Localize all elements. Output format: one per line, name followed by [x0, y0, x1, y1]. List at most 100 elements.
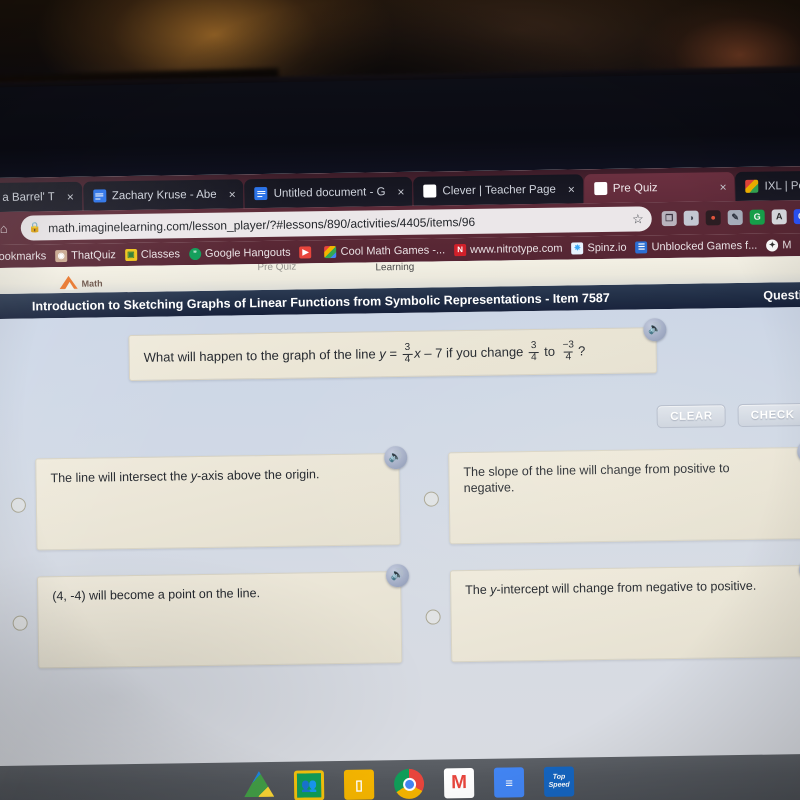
fraction-denominator: 4	[528, 351, 539, 364]
answer-card[interactable]: The y-intercept will change from negativ…	[449, 557, 800, 663]
top-speed-label: Top Speed	[548, 773, 570, 789]
imagine-learning-icon: ✦	[593, 181, 607, 196]
answer-choice-1[interactable]: The slope of the line will change from p…	[409, 439, 800, 545]
google-docs-icon[interactable]: ≡	[493, 767, 525, 798]
prompt-var-y: y	[379, 346, 386, 362]
google-chrome-icon[interactable]	[393, 768, 425, 800]
bookmark-label: M	[782, 238, 792, 251]
prompt-part-1: What will happen to the graph of the lin…	[143, 346, 376, 366]
close-icon[interactable]: ×	[720, 180, 727, 194]
bookmark-label: ThatQuiz	[71, 248, 116, 262]
question-counter-label: Questio	[763, 287, 800, 303]
extension-toolbar: ❐ ◑ ● ✎ G A C	[658, 208, 800, 227]
action-buttons: CLEAR CHECK	[656, 402, 800, 429]
bookmark-spinzio[interactable]: ✸ Spinz.io	[571, 241, 627, 254]
thatquiz-icon: ◉	[55, 249, 68, 262]
radio-button[interactable]	[10, 497, 27, 513]
home-icon[interactable]: ⌂	[0, 217, 15, 239]
spinzio-icon: ✸	[571, 241, 584, 254]
answer-choices: The line will intersect the y-axis above…	[0, 439, 800, 669]
screenshot-extension-icon[interactable]: ❐	[661, 210, 677, 227]
google-drive-icon[interactable]	[244, 771, 274, 800]
classroom-icon: ▣	[124, 248, 137, 261]
question-text: What will happen to the graph of the lin…	[143, 339, 586, 369]
check-button[interactable]: CHECK	[737, 402, 800, 428]
browser-tab-3[interactable]: C Clever | Teacher Page ×	[413, 174, 584, 206]
answer-card[interactable]: The slope of the line will change from p…	[448, 439, 800, 545]
ixl-icon	[745, 179, 759, 193]
bookmark-nitrotype[interactable]: N www.nitrotype.com	[454, 242, 563, 256]
bookmark-label: Google Hangouts	[204, 246, 291, 260]
breadcrumb-pre-quiz: Pre Quiz	[257, 261, 297, 274]
bookmark-unblocked-games[interactable]: ☰ Unblocked Games f...	[635, 239, 758, 254]
speaker-icon[interactable]: 🔊	[384, 445, 408, 470]
tab-title: a Barrel' T	[2, 190, 55, 204]
bookmark-star-icon[interactable]: ☆	[632, 211, 644, 227]
kami-extension-icon[interactable]: ✎	[727, 209, 743, 226]
close-icon[interactable]: ×	[67, 189, 74, 203]
imagine-learning-icon: ✦	[766, 238, 779, 252]
google-classroom-icon[interactable]: 👥	[293, 770, 325, 800]
prompt-to: to	[544, 343, 556, 360]
top-speed-icon[interactable]: Top Speed	[543, 766, 575, 797]
answer-text-post: -axis above the origin.	[196, 467, 320, 484]
page-title: Introduction to Sketching Graphs of Line…	[31, 290, 610, 313]
prompt-area: What will happen to the graph of the lin…	[0, 307, 800, 383]
google-slides-icon[interactable]: ▯	[343, 769, 375, 800]
prompt-equals: =	[389, 346, 398, 362]
close-icon[interactable]: ×	[229, 187, 236, 201]
browser-tab-4-active[interactable]: ✦ Pre Quiz ×	[583, 172, 735, 204]
answer-choice-2[interactable]: (4, -4) will become a point on the line.…	[0, 563, 410, 669]
answer-text-pre: The	[465, 582, 491, 598]
tab-title: Clever | Teacher Page	[442, 183, 556, 197]
lock-icon: 🔒	[28, 222, 42, 234]
answer-card[interactable]: (4, -4) will become a point on the line.…	[36, 563, 410, 669]
address-bar[interactable]: 🔒 math.imaginelearning.com/lesson_player…	[20, 206, 652, 241]
breadcrumb-learning: Learning	[375, 261, 415, 274]
answer-card[interactable]: The line will intersect the y-axis above…	[35, 445, 408, 551]
clever-extension-icon[interactable]: C	[793, 208, 800, 225]
speaker-icon[interactable]: 🔊	[643, 318, 667, 342]
laptop-screen: a Barrel' T × Zachary Kruse - Abe × Unti…	[0, 165, 800, 800]
close-icon[interactable]: ×	[397, 184, 404, 198]
radio-button[interactable]	[423, 490, 439, 507]
clear-button[interactable]: CLEAR	[656, 404, 726, 429]
browser-tab-1[interactable]: Zachary Kruse - Abe ×	[82, 179, 244, 211]
google-docs-icon	[92, 189, 106, 203]
prompt-question-mark: ?	[577, 343, 586, 359]
browser-tab-2[interactable]: Untitled document - G ×	[244, 176, 413, 209]
answer-choice-0[interactable]: The line will intersect the y-axis above…	[0, 445, 408, 551]
nitrotype-icon: N	[454, 243, 467, 256]
grammarly-extension-icon[interactable]: G	[749, 209, 765, 225]
unblocked-games-icon: ☰	[635, 240, 648, 254]
bookmark-label: www.nitrotype.com	[470, 242, 563, 256]
pin-extension-icon[interactable]: ●	[705, 210, 721, 226]
tab-title: Untitled document - G	[273, 185, 386, 200]
bookmark-youtube[interactable]: ▶	[299, 245, 316, 258]
answer-text-post: -intercept will change from negative to …	[496, 578, 757, 597]
tab-title: IXL | Personalized sk	[764, 178, 800, 193]
radio-button[interactable]	[12, 615, 28, 631]
bookmark-label: Classes	[140, 247, 181, 261]
adobe-extension-icon[interactable]: A	[771, 209, 787, 225]
tab-title: Zachary Kruse - Abe	[111, 188, 217, 202]
close-icon[interactable]: ×	[568, 182, 575, 196]
bookmarks-label: Bookmarks	[0, 249, 47, 263]
imagine-learning-page: Math Pre Quiz Learning Introduction to S…	[0, 255, 800, 800]
shield-extension-icon[interactable]: ◑	[683, 210, 699, 226]
browser-tab-5[interactable]: IXL | Personalized sk	[735, 169, 800, 202]
answer-choice-3[interactable]: The y-intercept will change from negativ…	[411, 557, 800, 663]
gmail-icon[interactable]: M	[443, 767, 475, 799]
bookmark-thatquiz[interactable]: ◉ ThatQuiz	[55, 249, 116, 262]
bookmark-label: Unblocked Games f...	[651, 239, 758, 253]
bookmark-imagine-learning[interactable]: ✦ M	[766, 238, 792, 252]
fraction-three-fourths-2: 3 4	[528, 340, 539, 364]
bookmark-google-hangouts[interactable]: ” Google Hangouts	[188, 246, 291, 260]
speaker-icon[interactable]: 🔊	[385, 563, 410, 588]
radio-button[interactable]	[425, 608, 441, 625]
clever-icon: C	[423, 184, 437, 198]
answer-text-pre: (4, -4) will become a point on the line.	[52, 586, 261, 604]
browser-tab-0[interactable]: a Barrel' T ×	[0, 181, 83, 213]
bookmark-classes[interactable]: ▣ Classes	[124, 247, 181, 261]
bookmark-cool-math-games[interactable]: Cool Math Games -...	[324, 244, 445, 258]
